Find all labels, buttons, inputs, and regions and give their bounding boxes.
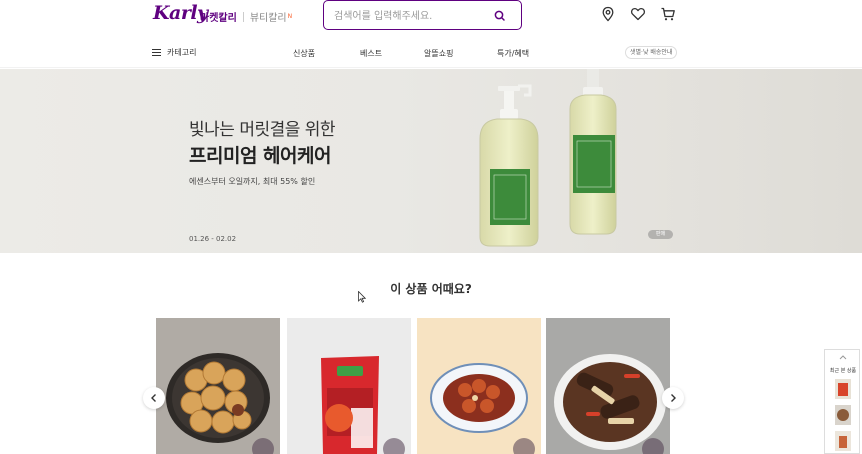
tab-beauty-kurly[interactable]: 뷰티칼리: [250, 9, 287, 24]
carousel-next-button[interactable]: [662, 387, 684, 409]
recent-product-thumb[interactable]: [835, 405, 851, 425]
header: Karly 마켓칼리 뷰티칼리 N: [0, 0, 862, 38]
recent-product-thumb[interactable]: [835, 431, 851, 451]
brand-tabs: 마켓칼리 뷰티칼리 N: [200, 9, 292, 24]
recent-product-thumb[interactable]: [835, 379, 851, 399]
shampoo-bottles-image: [479, 69, 617, 247]
location-pin-icon[interactable]: [600, 6, 616, 22]
search-box: [323, 0, 522, 30]
recent-products-panel: 최근 본 상품: [824, 349, 860, 454]
recent-products-label: 최근 본 상품: [829, 368, 857, 374]
add-to-cart-button[interactable]: [252, 438, 274, 454]
banner-description: 에센스부터 오일까지, 최대 55% 할인: [189, 177, 316, 186]
search-icon[interactable]: [493, 9, 507, 23]
nav-special-deals[interactable]: 특가/혜택: [497, 48, 529, 59]
nav-best[interactable]: 베스트: [360, 48, 382, 59]
recommend-title: 이 상품 어때요?: [390, 282, 472, 296]
banner-title: 프리미엄 헤어케어: [189, 145, 331, 167]
add-to-cart-button[interactable]: [383, 438, 405, 454]
add-to-cart-button[interactable]: [642, 438, 664, 454]
new-badge: N: [287, 13, 293, 20]
chevron-up-icon[interactable]: [839, 354, 847, 360]
product-card[interactable]: [287, 318, 411, 454]
main-banner[interactable]: 빛나는 머릿결을 위한 프리미엄 헤어케어 에센스부터 오일까지, 최대 55%…: [0, 69, 862, 253]
category-menu-button[interactable]: 카테고리: [152, 47, 196, 58]
product-image: [156, 318, 280, 454]
product-image: [287, 318, 411, 454]
heart-icon[interactable]: [630, 6, 646, 22]
delivery-info-button[interactable]: 샛별·낮 배송안내: [625, 46, 678, 59]
nav-new-products[interactable]: 신상품: [293, 48, 315, 59]
product-image: [546, 318, 670, 454]
tab-market-kurly[interactable]: 마켓칼리: [200, 9, 237, 24]
banner-badge: 판매: [648, 230, 673, 239]
product-image: [417, 318, 541, 454]
utility-icons: [600, 6, 676, 22]
cart-icon[interactable]: [660, 6, 676, 22]
add-to-cart-button[interactable]: [513, 438, 535, 454]
hamburger-icon: [152, 48, 161, 57]
product-card[interactable]: [546, 318, 670, 454]
product-card[interactable]: [417, 318, 541, 454]
product-card[interactable]: [156, 318, 280, 454]
global-nav: 카테고리 신상품 베스트 알뜰쇼핑 특가/혜택 샛별·낮 배송안내: [0, 38, 862, 68]
nav-bargain[interactable]: 알뜰쇼핑: [424, 48, 453, 59]
banner-date: 01.26 - 02.02: [189, 235, 237, 243]
mouse-cursor-icon: [358, 291, 366, 303]
chevron-right-icon: [671, 394, 676, 402]
banner-subtitle: 빛나는 머릿결을 위한: [189, 120, 336, 140]
search-input[interactable]: [334, 7, 494, 25]
carousel-prev-button[interactable]: [143, 387, 165, 409]
divider: [242, 11, 244, 22]
category-label: 카테고리: [167, 48, 197, 57]
chevron-left-icon: [151, 394, 156, 402]
